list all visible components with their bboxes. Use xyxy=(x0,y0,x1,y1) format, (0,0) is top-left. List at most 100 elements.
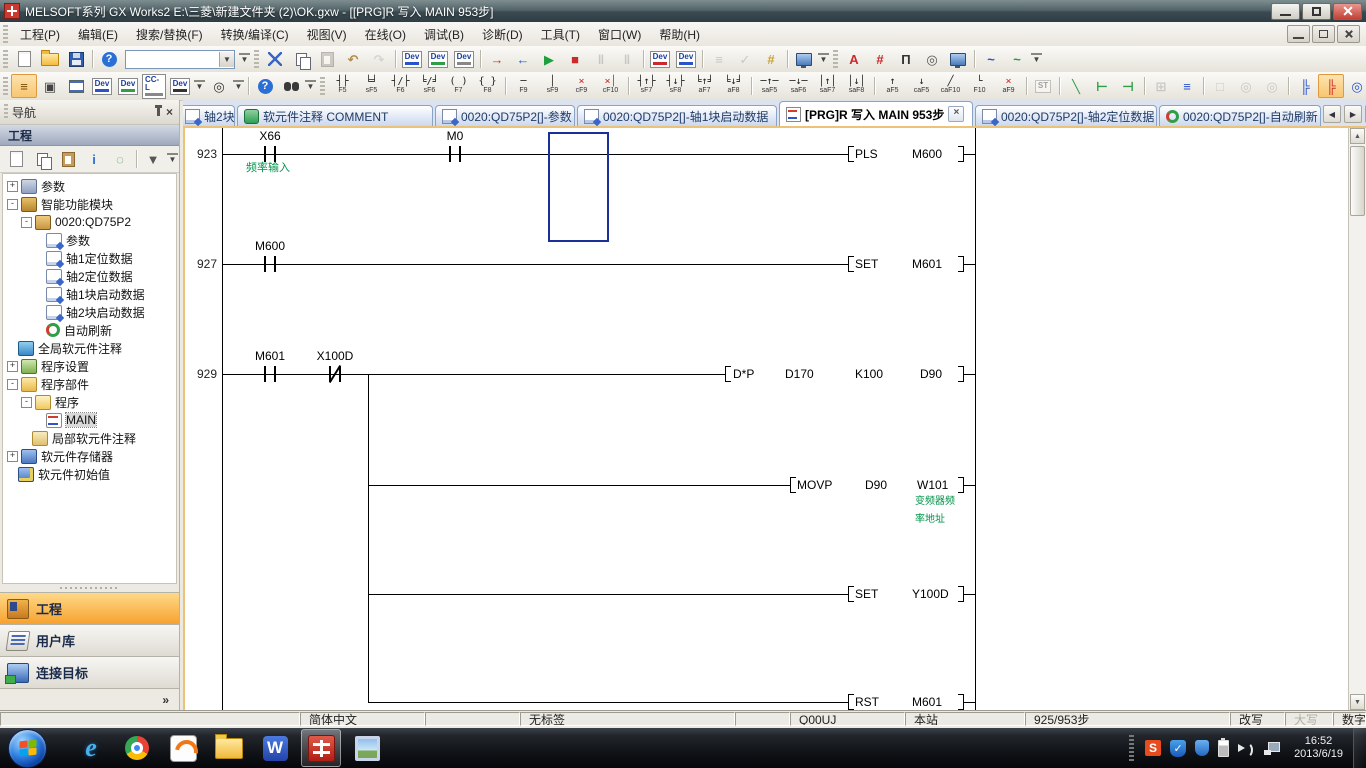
document-tab-active[interactable]: [PRG]R 写入 MAIN 953步 × xyxy=(779,101,973,126)
cut-button[interactable] xyxy=(262,47,288,71)
device-test-button[interactable]: Dev xyxy=(451,47,477,71)
application-instruction-button[interactable]: { } F8 xyxy=(473,73,502,100)
navigation-more-button[interactable]: » xyxy=(0,688,179,710)
closed-contact-button[interactable]: ┤/├ F6 xyxy=(386,73,415,100)
tree-item-轴2定位数据[interactable]: 轴2定位数据 xyxy=(3,267,176,285)
document-tab[interactable]: 0020:QD75P2[]-轴1块启动数据 xyxy=(577,105,777,126)
trace-search-button[interactable]: ◎ xyxy=(919,47,945,71)
tree-item-软元件存储器[interactable]: + 软元件存储器 xyxy=(3,447,176,465)
nav-new-data-button[interactable] xyxy=(3,147,29,171)
menu-item-p[interactable]: 工程(P) xyxy=(11,23,69,46)
tree-expander[interactable]: + xyxy=(7,450,18,462)
monitor-start-button[interactable]: ▶ xyxy=(536,47,562,71)
vertical-line-button[interactable]: │ sF9 xyxy=(538,73,567,100)
mdi-restore-button[interactable] xyxy=(1312,25,1335,43)
sampling-trace-a-button[interactable]: A xyxy=(841,47,867,71)
tree-item-轴1块启动数据[interactable]: 轴1块启动数据 xyxy=(3,285,176,303)
tree-item-智能功能模块[interactable]: - 智能功能模块 xyxy=(3,195,176,213)
function-block-list-button[interactable] xyxy=(63,74,89,98)
menu-item-f[interactable]: 搜索/替换(F) xyxy=(127,23,212,46)
new-project-button[interactable] xyxy=(11,47,37,71)
tree-item-MAIN[interactable]: MAIN xyxy=(3,411,176,429)
paste-button[interactable] xyxy=(314,47,340,71)
taskbar-app-wps-writer[interactable]: W xyxy=(255,729,295,767)
document-tab[interactable]: 0020:QD75P2[]-自动刷新 xyxy=(1159,105,1321,126)
write-to-plc-button[interactable]: → xyxy=(484,47,510,71)
document-tab[interactable]: 轴2块启动数据 xyxy=(183,105,235,126)
device-comment-search-button[interactable]: Dev xyxy=(399,47,425,71)
invert-result-button[interactable]: ╱ caF10 xyxy=(936,73,965,100)
transfer-setup-button[interactable] xyxy=(791,47,817,71)
parallel-falling-pulse-button[interactable]: ╘↓╛ aF8 xyxy=(719,73,748,100)
parallel-rising-pulse-button[interactable]: ╘↑╛ aF7 xyxy=(690,73,719,100)
transfer-setup-more[interactable]: ▼ xyxy=(818,53,829,65)
tabs-scroll-left[interactable]: ◀ xyxy=(1323,105,1341,123)
nav-sort-filter-button[interactable]: ▼ xyxy=(140,147,166,171)
monitor-pause-button[interactable]: ‖ xyxy=(588,47,614,71)
tree-expander[interactable]: - xyxy=(7,378,18,390)
find-in-project-button[interactable] xyxy=(278,74,304,98)
tree-expander[interactable]: - xyxy=(21,216,32,228)
switch-display-tree-button[interactable]: ╠ xyxy=(1292,74,1318,98)
find-device-more[interactable]: ▼ xyxy=(233,80,244,92)
taskbar-app-image-viewer[interactable] xyxy=(347,729,387,767)
edit-horizontal-line-button[interactable]: ⊢ xyxy=(1089,74,1115,98)
view-button-连接目标[interactable]: 连接目标 xyxy=(0,656,179,688)
read-from-plc-button[interactable]: ← xyxy=(510,47,536,71)
result-falling-pulse-2-button[interactable]: │↓│ saF8 xyxy=(842,73,871,100)
minimize-button[interactable] xyxy=(1271,2,1300,20)
tree-item-轴1定位数据[interactable]: 轴1定位数据 xyxy=(3,249,176,267)
edit-vertical-line-button[interactable]: ⊣ xyxy=(1115,74,1141,98)
ladder-edit-mode-button[interactable]: ╠ xyxy=(1318,74,1344,98)
document-tab[interactable]: 软元件注释 COMMENT xyxy=(237,105,433,126)
nav-refresh-button[interactable]: ◌ xyxy=(107,147,133,171)
window-selector[interactable]: ▼ xyxy=(125,49,235,69)
falling-edge-button[interactable]: ↓ caF5 xyxy=(907,73,936,100)
rising-pulse-contact-button[interactable]: ┤↑├ sF7 xyxy=(632,73,661,100)
sampling-trace-count-button[interactable]: # xyxy=(867,47,893,71)
copy-program-button[interactable]: □ xyxy=(1207,74,1233,98)
statement-edit-button[interactable]: ≡ xyxy=(1174,74,1200,98)
rung-comment-edit-button[interactable]: ⊞ xyxy=(1148,74,1174,98)
tree-item-程序[interactable]: - 程序 xyxy=(3,393,176,411)
rising-edge-button[interactable]: ↑ aF5 xyxy=(878,73,907,100)
open-project-button[interactable] xyxy=(37,47,63,71)
help-button[interactable]: ? xyxy=(96,47,122,71)
search-program-2-button[interactable]: ◎ xyxy=(1259,74,1285,98)
vertical-scrollbar[interactable]: ▲ ▼ xyxy=(1348,128,1366,710)
panel-close-icon[interactable]: × xyxy=(166,106,173,118)
tree-item-0020:QD75P2[interactable]: - 0020:QD75P2 xyxy=(3,213,176,231)
monitor-resume-button[interactable]: ‖ xyxy=(614,47,640,71)
scroll-up-arrow[interactable]: ▲ xyxy=(1350,128,1365,144)
mdi-close-button[interactable] xyxy=(1337,25,1360,43)
read-mode-monitor-button[interactable]: ◎ xyxy=(1344,74,1366,98)
result-rising-pulse-2-button[interactable]: │↑│ saF7 xyxy=(813,73,842,100)
tree-item-软元件初始值[interactable]: 软元件初始值 xyxy=(3,465,176,483)
tree-item-参数[interactable]: 参数 xyxy=(3,231,176,249)
device-batch-monitor-button[interactable]: Dev xyxy=(647,47,673,71)
tab-close-button[interactable]: × xyxy=(948,106,965,122)
device-comment-editor-button[interactable]: Dev xyxy=(89,74,115,98)
tree-item-局部软元件注释[interactable]: 局部软元件注释 xyxy=(3,429,176,447)
tray-security-check-icon[interactable]: ✓ xyxy=(1170,739,1187,757)
trend-graph-1-button[interactable]: ~ xyxy=(978,47,1004,71)
device-buffer-monitor-button[interactable]: Dev xyxy=(673,47,699,71)
device-display-more[interactable]: ▼ xyxy=(194,80,205,92)
edit-connect-line-button[interactable]: ╲ xyxy=(1063,74,1089,98)
menu-item-t[interactable]: 工具(T) xyxy=(532,23,589,46)
toolbar-options[interactable]: ▼ xyxy=(239,53,250,65)
coil-button[interactable]: ( ) F7 xyxy=(444,73,473,100)
tray-security-shield-icon[interactable] xyxy=(1195,740,1210,756)
tray-volume-icon[interactable] xyxy=(1238,741,1255,758)
document-tab[interactable]: 0020:QD75P2[]-轴2定位数据 xyxy=(975,105,1157,126)
main-toolbar-more[interactable]: ▼ xyxy=(305,80,316,92)
tray-network-icon[interactable] xyxy=(1264,741,1281,755)
line-corner-button[interactable]: └ F10 xyxy=(965,73,994,100)
view-button-用户库[interactable]: 用户库 xyxy=(0,624,179,656)
device-display-button[interactable]: Dev xyxy=(167,74,193,98)
close-button[interactable] xyxy=(1333,2,1362,20)
verify-with-plc-button[interactable]: ≡ xyxy=(706,47,732,71)
monitor-stop-button[interactable]: ■ xyxy=(562,47,588,71)
tree-expander[interactable]: - xyxy=(7,198,18,210)
document-tab[interactable]: 0020:QD75P2[]-参数 xyxy=(435,105,575,126)
